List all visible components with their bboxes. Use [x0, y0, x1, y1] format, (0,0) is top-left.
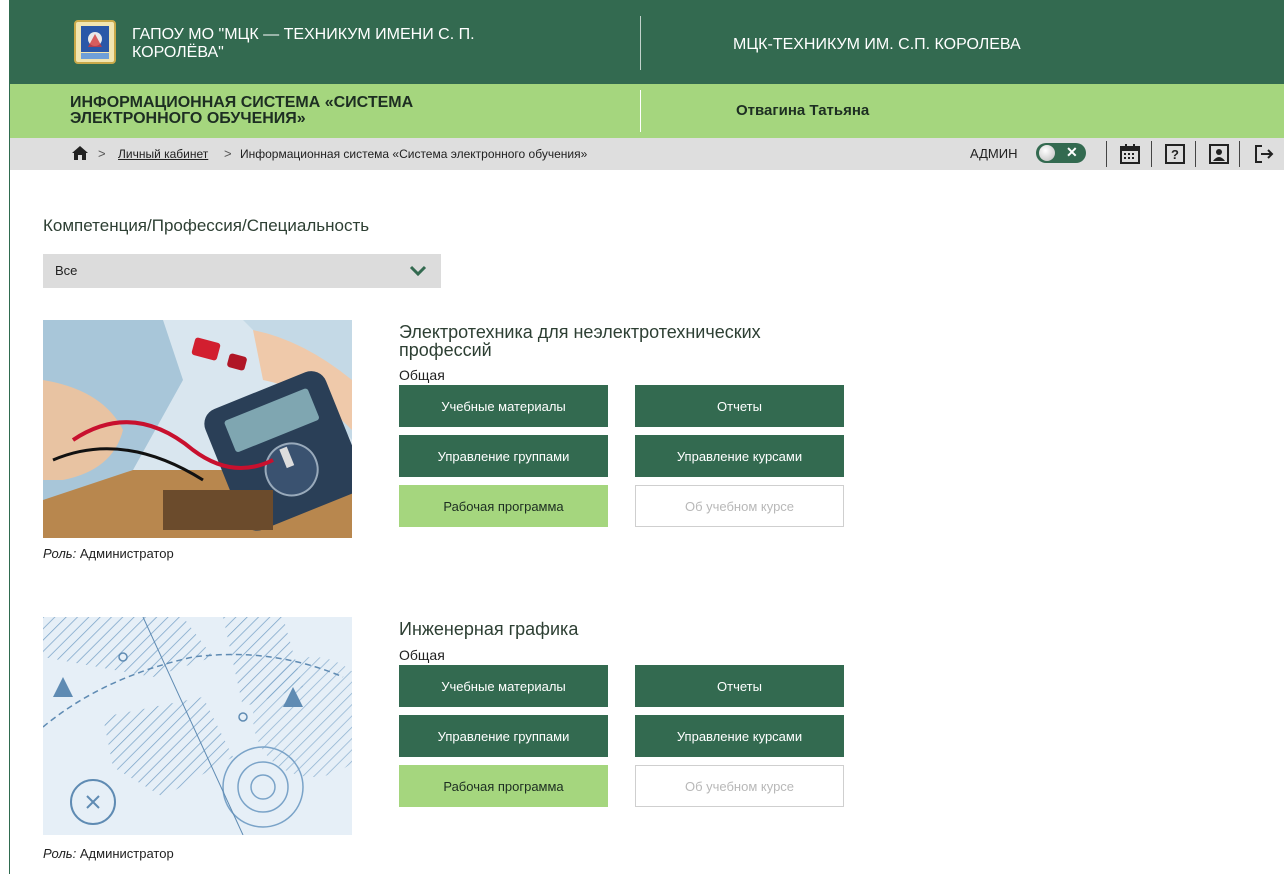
close-icon: ✕	[1066, 144, 1078, 160]
admin-mode-label: АДМИН	[970, 146, 1018, 161]
site-name: МЦК-ТЕХНИКУМ ИМ. С.П. КОРОЛЕВА	[733, 36, 1021, 53]
select-value: Все	[55, 263, 78, 278]
course-role: Роль: Администратор	[43, 846, 174, 861]
logout-icon[interactable]	[1254, 144, 1274, 164]
course-image-multimeter	[43, 320, 352, 538]
reports-button[interactable]: Отчеты	[635, 665, 844, 707]
reports-button[interactable]: Отчеты	[635, 385, 844, 427]
breadcrumb-current: Информационная система «Система электрон…	[240, 147, 588, 161]
system-band: ИНФОРМАЦИОННАЯ СИСТЕМА «СИСТЕМА ЭЛЕКТРОН…	[10, 84, 1284, 138]
breadcrumb-separator: >	[98, 146, 106, 161]
toolbar-divider	[1195, 141, 1196, 167]
home-icon[interactable]	[72, 146, 88, 160]
role-value: Администратор	[79, 846, 174, 861]
top-header: ГАПОУ МО "МЦК — ТЕХНИКУМ ИМЕНИ С. П. КОР…	[10, 0, 1284, 84]
calendar-icon[interactable]	[1120, 144, 1140, 164]
emblem-logo-icon	[74, 20, 116, 64]
materials-button[interactable]: Учебные материалы	[399, 385, 608, 427]
system-title: ИНФОРМАЦИОННАЯ СИСТЕМА «СИСТЕМА ЭЛЕКТРОН…	[70, 94, 414, 127]
work-program-button[interactable]: Рабочая программа	[399, 765, 608, 807]
svg-text:?: ?	[1171, 147, 1179, 162]
toolbar-divider	[1239, 141, 1240, 167]
profile-icon[interactable]	[1209, 144, 1229, 164]
materials-button[interactable]: Учебные материалы	[399, 665, 608, 707]
toolbar-divider	[1151, 141, 1152, 167]
manage-courses-button[interactable]: Управление курсами	[635, 715, 844, 757]
role-value: Администратор	[79, 546, 174, 561]
breadcrumb-link-cabinet[interactable]: Личный кабинет	[118, 147, 208, 161]
help-icon[interactable]: ?	[1165, 144, 1185, 164]
role-label: Роль:	[43, 546, 77, 561]
specialty-select[interactable]: Все	[43, 254, 441, 288]
work-program-button[interactable]: Рабочая программа	[399, 485, 608, 527]
manage-groups-button[interactable]: Управление группами	[399, 435, 608, 477]
user-name[interactable]: Отвагина Татьяна	[736, 102, 869, 119]
course-title[interactable]: Электротехника для неэлектротехнических …	[399, 323, 839, 359]
about-course-button[interactable]: Об учебном курсе	[635, 765, 844, 807]
role-label: Роль:	[43, 846, 77, 861]
filter-label: Компетенция/Профессия/Специальность	[43, 216, 370, 235]
breadcrumb: > Личный кабинет > Информационная систем…	[10, 138, 1284, 170]
toggle-knob	[1039, 145, 1055, 161]
organization-title: ГАПОУ МО "МЦК — ТЕХНИКУМ ИМЕНИ С. П. КОР…	[132, 26, 475, 61]
breadcrumb-separator: >	[224, 146, 232, 161]
toolbar-divider	[1106, 141, 1107, 167]
header-divider	[640, 16, 641, 70]
band-divider	[640, 90, 641, 132]
course-title[interactable]: Инженерная графика	[399, 620, 839, 638]
about-course-button[interactable]: Об учебном курсе	[635, 485, 844, 527]
manage-groups-button[interactable]: Управление группами	[399, 715, 608, 757]
course-type: Общая	[399, 367, 445, 383]
chevron-down-icon	[409, 265, 427, 277]
admin-mode-toggle[interactable]: ✕	[1036, 143, 1086, 163]
course-role: Роль: Администратор	[43, 546, 174, 561]
course-type: Общая	[399, 647, 445, 663]
manage-courses-button[interactable]: Управление курсами	[635, 435, 844, 477]
course-image-drawing	[43, 617, 352, 835]
